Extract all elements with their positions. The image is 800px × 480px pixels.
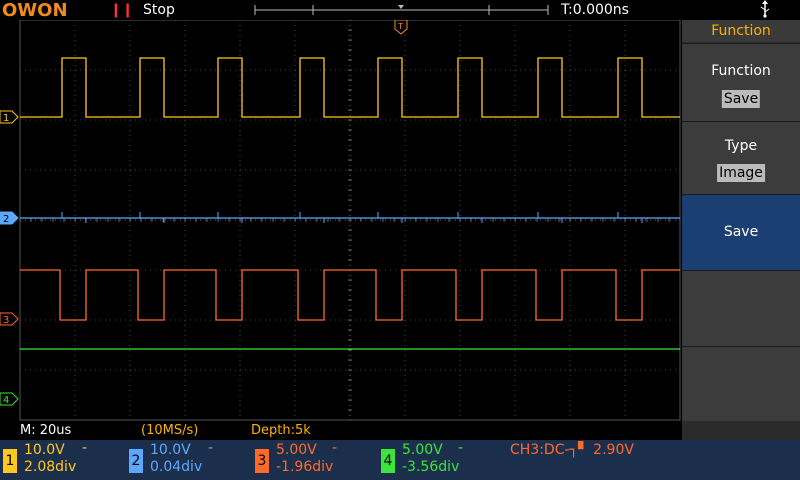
ch2-number-badge: 2 — [129, 449, 143, 473]
menu-empty-slot-5[interactable] — [682, 346, 800, 421]
svg-text:3: 3 — [3, 315, 9, 326]
menu-save-label: Save — [723, 224, 759, 240]
svg-text:T: T — [397, 22, 403, 31]
menu-title: Function — [682, 20, 800, 42]
ch4-status[interactable]: 4 5.00V - -3.56div — [378, 440, 503, 480]
timebase-label[interactable]: M: 20us — [20, 423, 71, 438]
ch1-status[interactable]: 1 10.0V - 2.08div — [0, 440, 125, 480]
graticule-grid — [19, 20, 681, 421]
ch1-number-badge: 1 — [3, 449, 17, 473]
menu-save-button[interactable]: Save — [682, 194, 800, 270]
menu-type-label: Type — [724, 138, 758, 154]
svg-text:1: 1 — [3, 113, 9, 124]
ch3-status[interactable]: 3 5.00V - -1.96div — [252, 440, 377, 480]
brand-logo: OWON — [2, 0, 68, 21]
pause-icon[interactable]: ❙❙ — [110, 2, 133, 18]
ch3-level-marker[interactable]: 3 — [0, 312, 19, 326]
menu-function-label: Function — [711, 63, 771, 79]
menu-empty-slot-4[interactable] — [682, 270, 800, 346]
ch2-volts-div: 10.0V — [150, 442, 191, 458]
channel-status-bar: 1 10.0V - 2.08div 2 10.0V - 0.04div 3 5.… — [0, 440, 800, 480]
svg-text:2: 2 — [3, 214, 9, 225]
ch1-offset: 2.08div — [24, 459, 77, 475]
menu-function-button[interactable]: Function Save — [682, 43, 800, 121]
run-state: Stop — [143, 2, 175, 18]
usb-icon — [760, 0, 770, 18]
acquisition-info: M: 20us (10MS/s) Depth:5k — [0, 422, 682, 440]
ch4-volts-div: 5.00V — [402, 442, 443, 458]
svg-text:4: 4 — [3, 395, 9, 406]
ch3-volts-div: 5.00V — [276, 442, 317, 458]
ch2-status[interactable]: 2 10.0V - 0.04div — [126, 440, 251, 480]
memory-position-strip[interactable] — [253, 5, 550, 15]
sample-rate-label: (10MS/s) — [141, 423, 199, 438]
ch2-level-marker[interactable]: 2 — [0, 211, 19, 225]
function-menu-panel: Function Function Save Type Image Save — [682, 20, 800, 440]
ch3-coupling: - — [332, 440, 338, 456]
top-status-bar: OWON ❙❙ Stop T:0.000ns — [0, 0, 800, 21]
ch1-trace — [20, 57, 680, 118]
ch1-level-marker[interactable]: 1 — [0, 110, 19, 124]
ch4-number-badge: 4 — [381, 449, 395, 473]
ch4-level-marker[interactable]: 4 — [0, 392, 19, 406]
ch2-offset: 0.04div — [150, 459, 203, 475]
trigger-settings[interactable]: CH3:DC-┐▘ 2.90V — [510, 442, 634, 458]
ch3-offset: -1.96div — [276, 459, 334, 475]
ch3-number-badge: 3 — [255, 449, 269, 473]
trigger-position-marker[interactable]: T — [394, 20, 408, 35]
menu-function-value: Save — [721, 90, 761, 108]
ch4-coupling: - — [458, 440, 464, 456]
memory-depth-label: Depth:5k — [251, 423, 311, 438]
ch1-coupling: - — [82, 440, 88, 456]
ch2-coupling: - — [208, 440, 214, 456]
menu-type-button[interactable]: Type Image — [682, 121, 800, 194]
ch1-volts-div: 10.0V — [24, 442, 65, 458]
trigger-time: T:0.000ns — [561, 2, 629, 18]
waveform-display[interactable]: 1 2 3 4 T — [0, 20, 682, 422]
menu-type-value: Image — [717, 164, 765, 182]
ch4-offset: -3.56div — [402, 459, 460, 475]
